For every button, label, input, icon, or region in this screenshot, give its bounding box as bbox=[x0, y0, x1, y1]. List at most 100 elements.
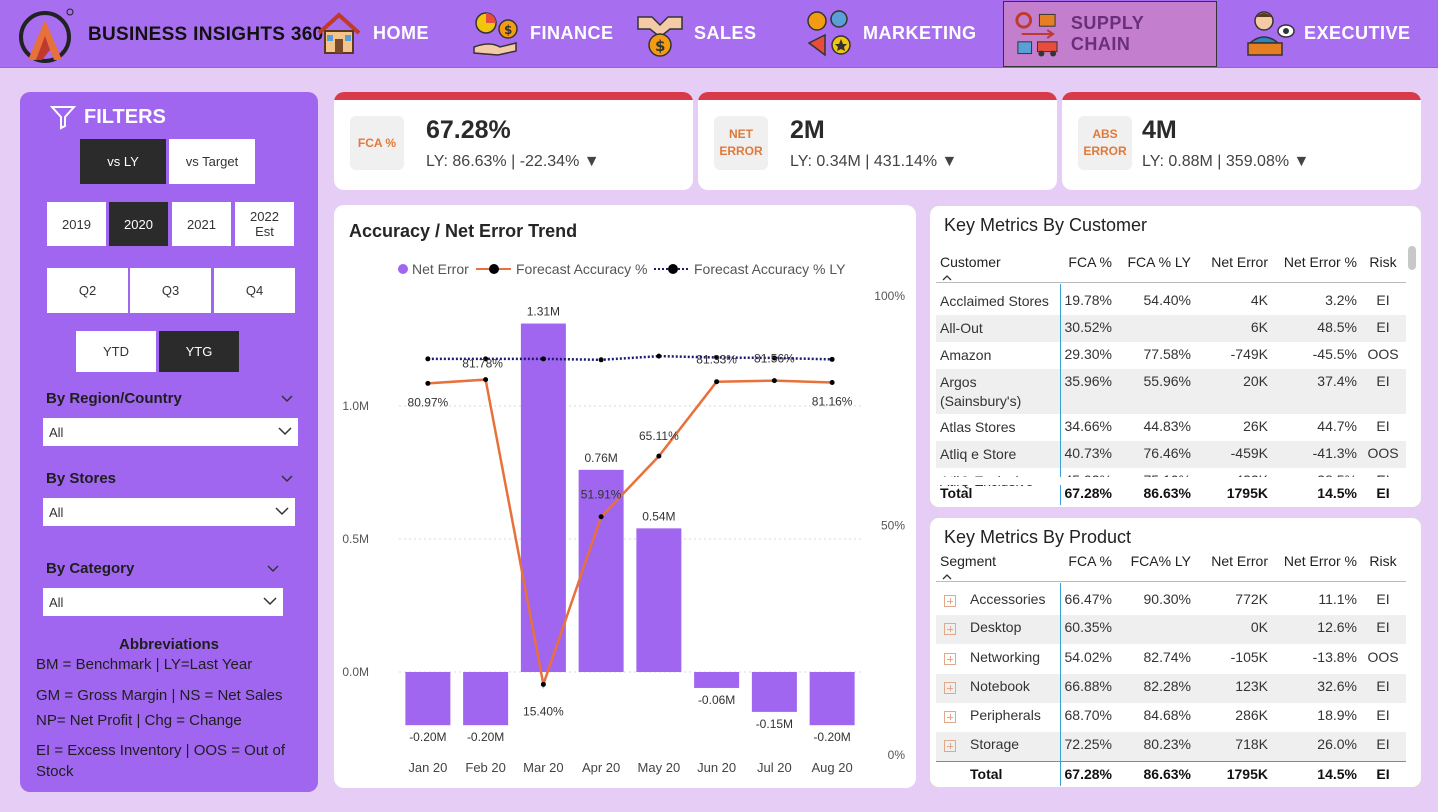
nav-supply-chain[interactable]: SUPPLY CHAIN bbox=[1003, 1, 1217, 67]
table-cell: 11.1% bbox=[1318, 591, 1357, 607]
expand-icon[interactable] bbox=[944, 711, 956, 723]
year-2021-button[interactable]: 2021 bbox=[172, 202, 231, 246]
expand-icon[interactable] bbox=[944, 740, 956, 752]
expand-icon[interactable] bbox=[944, 653, 956, 665]
total-cell: 86.63% bbox=[1143, 485, 1191, 501]
table-cell: OOS bbox=[1367, 445, 1399, 461]
scrollbar[interactable] bbox=[1408, 246, 1416, 270]
column-header[interactable]: Customer bbox=[940, 254, 1060, 270]
table-cell: 44.7% bbox=[1317, 418, 1357, 434]
nav-marketing[interactable]: MARKETING bbox=[803, 0, 977, 66]
expand-icon[interactable] bbox=[944, 682, 956, 694]
nav-executive[interactable]: EXECUTIVE bbox=[1244, 0, 1411, 66]
table-cell: 20K bbox=[1243, 373, 1268, 389]
column-header[interactable]: FCA % bbox=[1058, 553, 1112, 569]
expand-icon[interactable] bbox=[944, 623, 956, 635]
sort-ascending-icon bbox=[942, 275, 952, 281]
year-2019-button[interactable]: 2019 bbox=[47, 202, 106, 246]
row-clip-mask bbox=[930, 477, 1406, 485]
nav-home-label: HOME bbox=[373, 22, 429, 43]
vs-target-button[interactable]: vs Target bbox=[169, 139, 255, 184]
x-axis-tick-label: Apr 20 bbox=[582, 760, 620, 775]
kpi-subtext: LY: 86.63% | -22.34% ▼ bbox=[426, 153, 600, 170]
expand-icon[interactable] bbox=[944, 595, 956, 607]
net-error-bar bbox=[520, 323, 566, 672]
column-header[interactable]: Net Error bbox=[1188, 553, 1268, 569]
chevron-down-icon bbox=[275, 507, 289, 516]
total-cell: 86.63% bbox=[1143, 766, 1191, 782]
net-error-bar bbox=[463, 672, 509, 726]
table-cell: EI bbox=[1376, 373, 1390, 389]
quarter-q4-button[interactable]: Q4 bbox=[214, 268, 295, 313]
vs-ly-button[interactable]: vs LY bbox=[80, 139, 166, 184]
table-row-label[interactable]: Atlas Stores bbox=[940, 418, 1060, 437]
table-cell: -749K bbox=[1230, 346, 1268, 362]
chevron-down-icon[interactable] bbox=[280, 472, 294, 486]
table-row-label[interactable]: Argos (Sainsbury's) bbox=[940, 373, 1060, 411]
executive-icon bbox=[1247, 11, 1295, 56]
table-row-label[interactable]: Amazon bbox=[940, 346, 1060, 365]
house-icon bbox=[317, 12, 361, 54]
top-nav: BUSINESS INSIGHTS 360 HOME $ FINANCE $ S… bbox=[0, 0, 1438, 68]
x-axis-tick-label: Jul 20 bbox=[757, 760, 792, 775]
forecast-accuracy-line bbox=[427, 378, 833, 690]
trend-chart-card: 0.0M 0.5M 1.0M 0% 50% 100% Net Error Forecast A… bbox=[334, 205, 916, 788]
column-header[interactable]: FCA % LY bbox=[1115, 254, 1191, 270]
kpi-accent-bar bbox=[334, 92, 693, 100]
column-header[interactable]: FCA % bbox=[1058, 254, 1112, 270]
net-error-bar bbox=[405, 672, 451, 726]
column-header[interactable]: Net Error bbox=[1188, 254, 1268, 270]
kpi-card-fca: FCA % 67.28% LY: 86.63% | -22.34% ▼ bbox=[334, 92, 693, 190]
table-cell: 55.96% bbox=[1143, 373, 1191, 389]
net-error-bar bbox=[636, 528, 682, 672]
column-header[interactable]: Risk bbox=[1364, 254, 1402, 270]
bar-data-label: -0.20M bbox=[409, 730, 446, 744]
legend-label: Net Error bbox=[412, 261, 469, 277]
forecast-accuracy-point bbox=[540, 681, 546, 687]
nav-home[interactable]: HOME bbox=[313, 0, 429, 66]
ytg-button[interactable]: YTG bbox=[159, 331, 239, 372]
column-header[interactable]: Net Error % bbox=[1275, 553, 1357, 569]
year-2022-est-button[interactable]: 2022 Est bbox=[235, 202, 294, 246]
y-axis-tick-label: 0.0M bbox=[342, 665, 369, 679]
nav-finance[interactable]: $ FINANCE bbox=[470, 0, 614, 66]
column-separator bbox=[1060, 284, 1061, 505]
abbreviation-line: NP= Net Profit | Chg = Change bbox=[36, 712, 242, 729]
chevron-down-icon[interactable] bbox=[280, 392, 294, 406]
table-row-label[interactable]: All-Out bbox=[940, 319, 1060, 338]
y-axis-tick-label: 0.5M bbox=[342, 532, 369, 546]
year-2020-button[interactable]: 2020 bbox=[109, 202, 168, 246]
column-header[interactable]: Risk bbox=[1364, 553, 1402, 569]
table-row-label[interactable]: Atliq e Store bbox=[940, 445, 1060, 464]
filters-title-text: FILTERS bbox=[84, 105, 166, 128]
y2-axis-tick-label: 100% bbox=[874, 289, 905, 303]
forecast-accuracy-point bbox=[714, 379, 720, 385]
forecast-accuracy-point bbox=[771, 378, 777, 384]
forecast-accuracy-ly-point bbox=[656, 353, 662, 359]
ytd-button[interactable]: YTD bbox=[76, 331, 156, 372]
region-dropdown[interactable]: All bbox=[43, 418, 298, 446]
column-header[interactable]: FCA% LY bbox=[1115, 553, 1191, 569]
table-cell: 19.78% bbox=[1064, 292, 1112, 308]
chevron-down-icon[interactable] bbox=[266, 562, 280, 576]
product-table-title: Key Metrics By Product bbox=[944, 527, 1132, 547]
column-header[interactable]: Segment bbox=[940, 553, 1060, 569]
stores-dropdown[interactable]: All bbox=[43, 498, 295, 526]
y2-axis-tick-label: 50% bbox=[881, 519, 905, 533]
x-axis-tick-label: Jan 20 bbox=[408, 760, 447, 775]
column-header[interactable]: Net Error % bbox=[1275, 254, 1357, 270]
table-row-label[interactable]: Acclaimed Stores bbox=[940, 292, 1060, 311]
abbreviation-line: BM = Benchmark | LY=Last Year bbox=[36, 656, 253, 673]
table-cell: 84.68% bbox=[1143, 707, 1191, 723]
table-cell: 40.73% bbox=[1064, 445, 1112, 461]
net-error-bar bbox=[694, 672, 740, 688]
table-cell: 3.2% bbox=[1325, 292, 1357, 308]
header-divider bbox=[936, 581, 1406, 582]
nav-sales[interactable]: $ SALES bbox=[634, 0, 757, 66]
abbreviation-line: GM = Gross Margin | NS = Net Sales bbox=[36, 687, 283, 704]
quarter-q2-button[interactable]: Q2 bbox=[47, 268, 128, 313]
table-cell: EI bbox=[1376, 678, 1390, 694]
quarter-q3-button[interactable]: Q3 bbox=[130, 268, 211, 313]
category-dropdown[interactable]: All bbox=[43, 588, 283, 616]
table-cell: 772K bbox=[1235, 591, 1268, 607]
